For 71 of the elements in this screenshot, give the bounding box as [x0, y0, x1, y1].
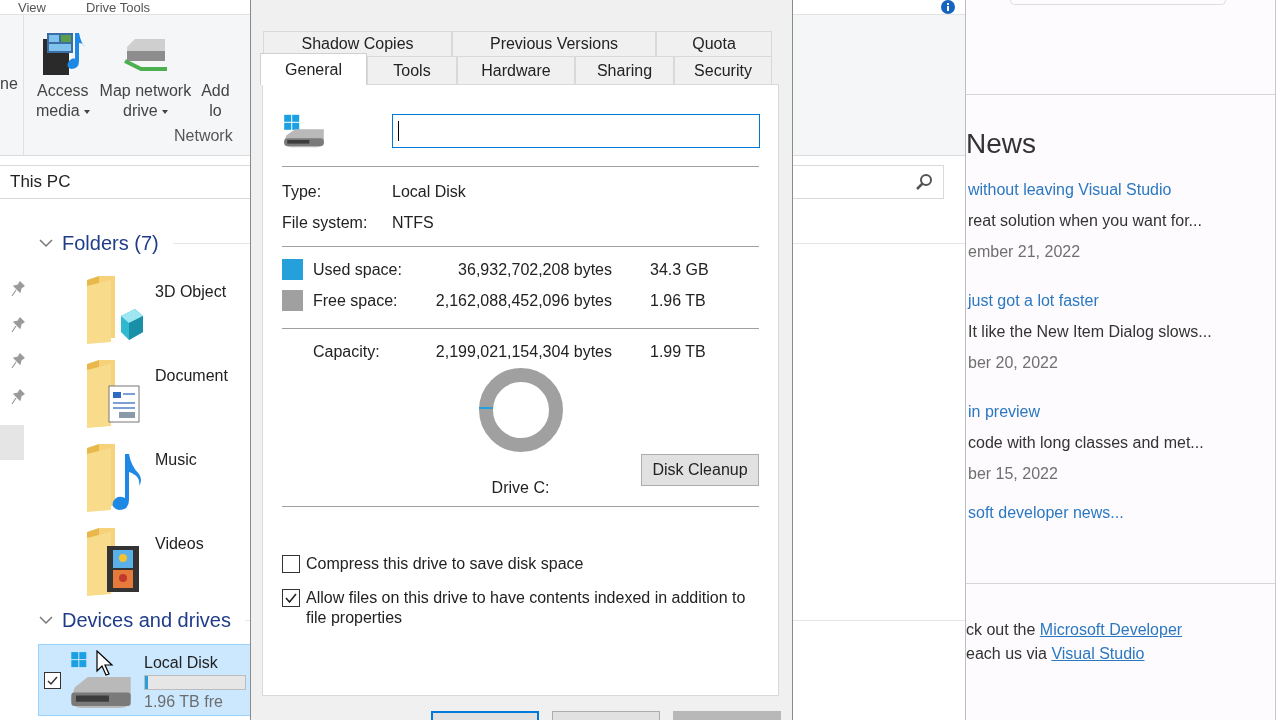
- checkbox[interactable]: [44, 671, 61, 689]
- checkbox-label: Allow files on this drive to have contents indexed in addition to file properties: [306, 588, 747, 628]
- ribbon-command[interactable]: ne: [0, 75, 18, 92]
- tab[interactable]: Hardware: [457, 56, 575, 84]
- news-date: ber 20, 2022: [968, 353, 1059, 373]
- checkbox[interactable]: [282, 589, 300, 607]
- drive-label: Drive C:: [491, 479, 550, 497]
- field-label: Type:: [282, 182, 323, 201]
- pin-icon: [11, 389, 25, 405]
- checkmark-icon: [284, 591, 298, 605]
- checkbox[interactable]: [282, 555, 300, 573]
- footer-link[interactable]: Visual Studio: [1051, 645, 1145, 662]
- news-summary: code with long classes and met...: [968, 433, 1205, 453]
- capacity-size: 1.99 TB: [650, 342, 707, 361]
- folder-name[interactable]: Videos: [155, 528, 204, 606]
- tab[interactable]: General: [260, 53, 367, 85]
- tab[interactable]: Sharing: [575, 56, 674, 84]
- space-bytes: 2,162,088,452,096 bytes: [434, 291, 612, 310]
- search-icon: [915, 173, 933, 191]
- tab[interactable]: Shadow Copies: [263, 31, 452, 56]
- cursor-icon: [96, 650, 114, 676]
- field-value: Local Disk: [392, 182, 467, 201]
- news-date: ember 21, 2022: [968, 242, 1082, 262]
- news-heading: News: [966, 127, 1037, 161]
- free-space-text: 1.96 TB fre: [144, 693, 224, 711]
- footer-link[interactable]: Microsoft Developer: [1039, 621, 1183, 638]
- space-size: 1.96 TB: [650, 291, 707, 310]
- more-news-link[interactable]: soft developer news...: [966, 497, 1275, 528]
- section-header[interactable]: Folders (7): [62, 231, 159, 255]
- space-label: Free space:: [313, 291, 399, 310]
- ribbon-tab[interactable]: Drive Tools: [85, 1, 150, 14]
- folder-name[interactable]: 3D Object: [155, 276, 227, 360]
- section-header[interactable]: Devices and drives: [62, 608, 231, 632]
- name-field[interactable]: [392, 114, 760, 148]
- news-title-link[interactable]: just got a lot faster: [968, 285, 1275, 316]
- pin-icon: [11, 353, 25, 369]
- space-size: 34.3 GB: [650, 260, 710, 279]
- footer-text: each us via Visual Studio: [966, 644, 1146, 664]
- tab[interactable]: Previous Versions: [452, 31, 656, 56]
- tab[interactable]: Security: [674, 56, 772, 84]
- space-label: Used space:: [313, 260, 403, 279]
- tab[interactable]: Tools: [367, 56, 457, 84]
- ribbon-command[interactable]: Access media: [34, 25, 92, 127]
- field-value: NTFS: [392, 213, 435, 232]
- news-title-link[interactable]: in preview: [968, 396, 1275, 427]
- tab[interactable]: Quota: [656, 31, 772, 56]
- drive-icon: [68, 649, 134, 711]
- space-bytes: 36,932,702,208 bytes: [457, 260, 612, 279]
- pin-icon: [11, 317, 25, 333]
- news-title-link[interactable]: without leaving Visual Studio: [968, 174, 1275, 205]
- nav-selection: [0, 425, 24, 460]
- news-summary: reat solution when you want for...: [968, 211, 1203, 231]
- checkbox-label: Compress this drive to save disk space: [306, 554, 585, 574]
- dialog-button[interactable]: [431, 711, 539, 720]
- capacity-bytes: 2,199,021,154,304 bytes: [434, 342, 612, 361]
- capacity-label: Capacity:: [313, 342, 381, 361]
- drive-icon: [282, 113, 326, 149]
- field-label: File system:: [282, 213, 369, 232]
- ribbon-tab[interactable]: View: [18, 1, 46, 14]
- news-date: ber 15, 2022: [968, 464, 1059, 484]
- ribbon-command[interactable]: Add lo: [199, 25, 232, 127]
- folder-name[interactable]: Document: [155, 360, 228, 444]
- folder-icon: [85, 276, 145, 344]
- pin-icon: [11, 281, 25, 297]
- news-summary: It like the New Item Dialog slows...: [968, 322, 1213, 342]
- disk-cleanup-button[interactable]: Disk Cleanup: [641, 454, 759, 486]
- ribbon-command[interactable]: Map network drive: [97, 25, 194, 127]
- footer-text: ck out the Microsoft Developer: [966, 620, 1184, 640]
- folder-name[interactable]: Music: [155, 444, 197, 528]
- drive-name: Local Disk: [144, 654, 219, 672]
- group-label: Network: [173, 127, 233, 145]
